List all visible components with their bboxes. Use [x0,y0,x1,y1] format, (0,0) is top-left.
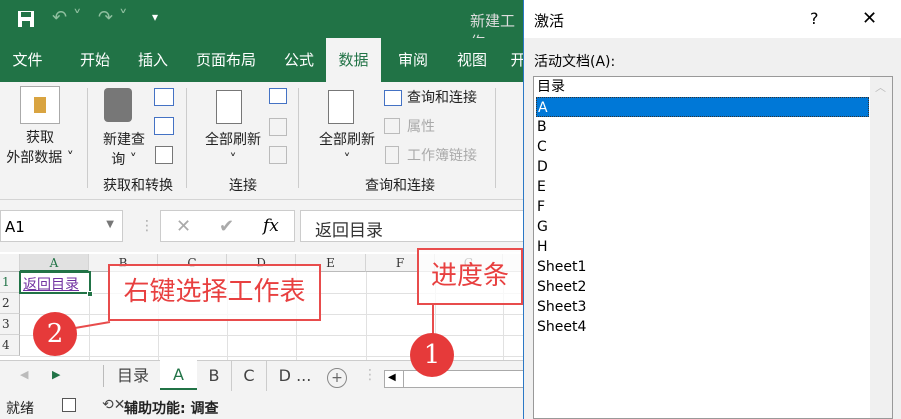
vertical-scrollbar[interactable]: ︿ [870,77,892,418]
close-button[interactable]: ✕ [862,8,877,29]
active-documents-label: 活动文档(A): [534,54,616,70]
dialog-title-bar: 激活 ? ✕ [524,0,901,38]
help-button[interactable]: ? [810,9,819,28]
list-item[interactable]: C [536,137,869,157]
callout-right-click: 右键选择工作表 [108,264,321,321]
dialog-title: 激活 [534,12,565,30]
step-1-badge: 1 [410,333,454,377]
list-item[interactable]: Sheet2 [536,277,869,297]
step-2-badge: 2 [33,312,77,356]
list-item[interactable]: Sheet1 [536,257,869,277]
list-item[interactable]: H [536,237,869,257]
list-item[interactable]: D [536,157,869,177]
callout-2-line [74,321,111,329]
list-item[interactable]: Sheet4 [536,317,869,337]
list-item[interactable]: G [536,217,869,237]
scroll-up-icon[interactable]: ︿ [875,79,886,95]
activate-dialog: 激活 ? ✕ 活动文档(A): 目录 A B C D E F G H Sheet1 Sheet2 Sh… [523,0,901,419]
documents-listbox[interactable]: 目录 A B C D E F G H Sheet1 Sheet2 Sheet3 Sheet4 ︿ [533,76,893,419]
list-item[interactable]: B [536,117,869,137]
list-item[interactable]: 目录 [536,77,869,97]
callout-progress-bar: 进度条 [417,248,523,305]
list-item[interactable]: F [536,197,869,217]
list-item[interactable]: A [536,97,869,117]
list-item[interactable]: Sheet3 [536,297,869,317]
list-item[interactable]: E [536,177,869,197]
